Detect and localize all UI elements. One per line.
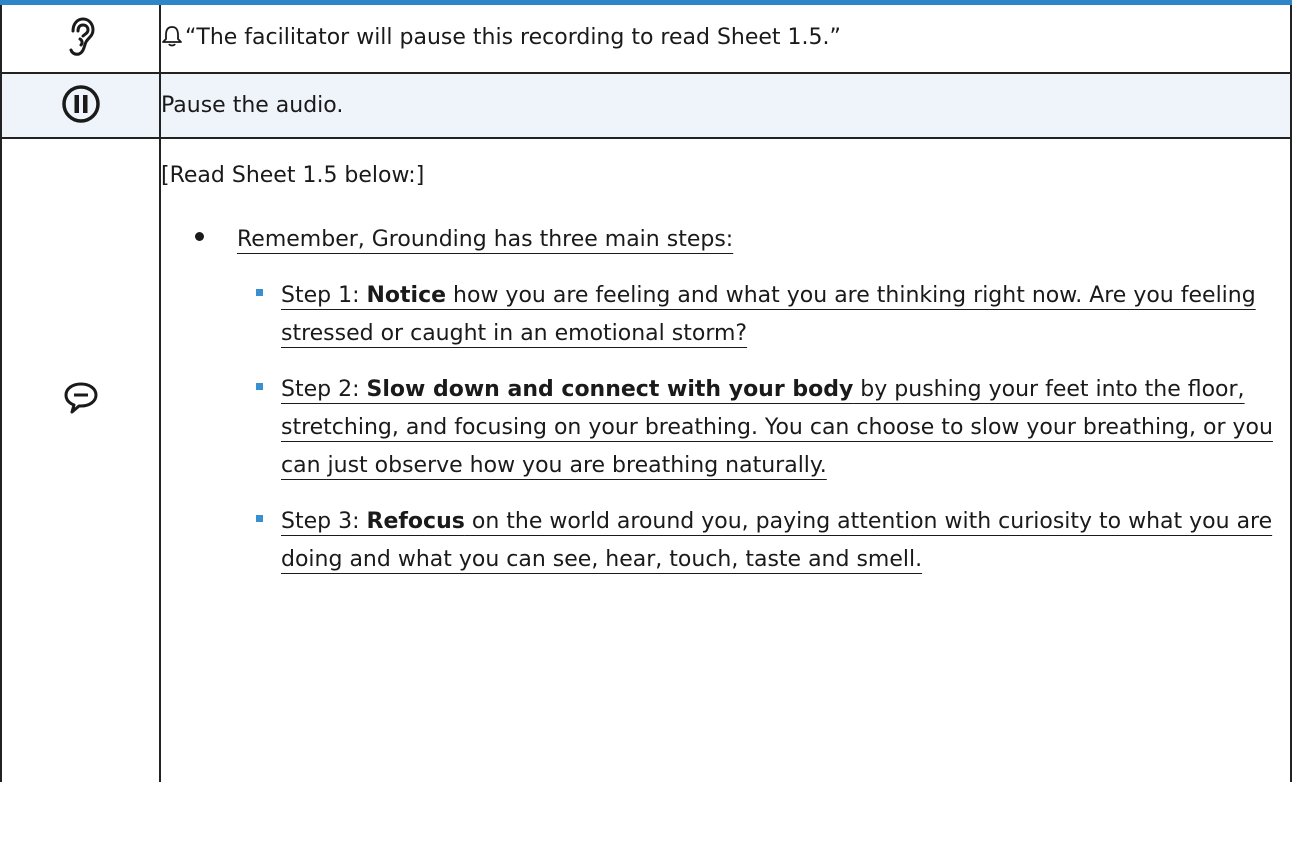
pause-icon: [61, 84, 101, 128]
bullet-dot: [195, 232, 204, 241]
table-row: Pause the audio.: [0, 72, 1292, 139]
step-1-keyword: Notice: [366, 283, 447, 308]
ear-icon: [66, 16, 96, 61]
bullet-square: [256, 383, 263, 390]
bell-icon: [161, 25, 183, 53]
facilitator-guide-table: “The facilitator will pause this recordi…: [0, 5, 1292, 782]
step-2-text: Step 2: Slow down and connect with your …: [281, 377, 1273, 478]
grounding-intro-text: Remember, Grounding has three main steps…: [237, 227, 734, 252]
text-cell: “The facilitator will pause this recordi…: [159, 5, 1292, 74]
text-cell: [Read Sheet 1.5 below:] Remember, Ground…: [159, 137, 1292, 782]
step-3-text: Step 3: Refocus on the world around you,…: [281, 509, 1273, 572]
bullet-square: [256, 289, 263, 296]
bullet-square: [256, 515, 263, 522]
table-row: [Read Sheet 1.5 below:] Remember, Ground…: [0, 137, 1292, 782]
read-sheet-instruction: [Read Sheet 1.5 below:]: [161, 163, 425, 188]
step-2-keyword: Slow down and connect with your body: [366, 377, 854, 402]
list-item: Step 3: Refocus on the world around you,…: [256, 503, 1290, 579]
icon-cell: [0, 5, 161, 74]
list-item: Remember, Grounding has three main steps…: [195, 221, 1290, 259]
text-cell: Pause the audio.: [159, 72, 1292, 139]
pause-instruction-text: Pause the audio.: [161, 93, 344, 118]
step-3-keyword: Refocus: [366, 509, 465, 534]
list-item: Step 2: Slow down and connect with your …: [256, 371, 1290, 485]
recording-notice-text: “The facilitator will pause this recordi…: [185, 24, 841, 50]
speech-bubble-icon: [63, 381, 99, 419]
table-row: “The facilitator will pause this recordi…: [0, 5, 1292, 74]
icon-cell: [0, 137, 161, 782]
icon-cell: [0, 72, 161, 139]
step-1-text: Step 1: Notice how you are feeling and w…: [281, 283, 1256, 346]
list-item: Step 1: Notice how you are feeling and w…: [256, 277, 1290, 353]
